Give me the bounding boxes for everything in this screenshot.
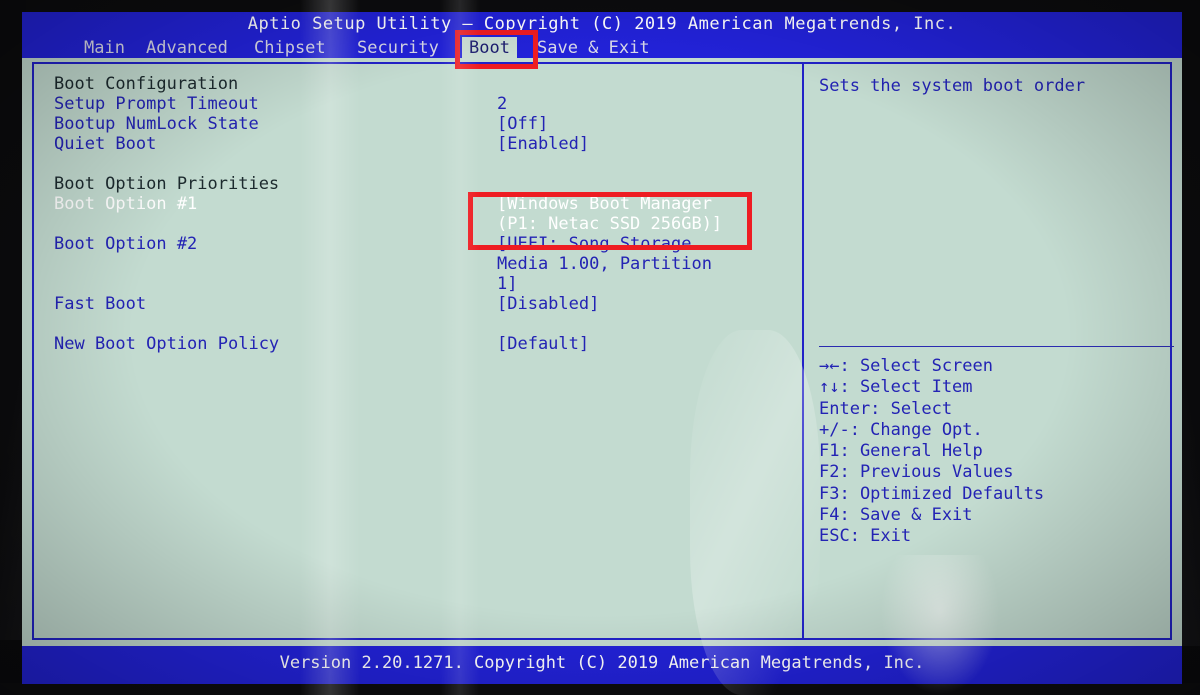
setting-label: Bootup NumLock State [54,114,259,134]
version-bar: Version 2.20.1271. Copyright (C) 2019 Am… [22,646,1182,684]
setting-value-line-2[interactable]: (P1: Netac SSD 256GB)] [497,214,722,234]
section-label: Boot Configuration [54,74,239,94]
key-legend-panel: →←: Select Screen ↑↓: Select Item Enter:… [819,356,1169,548]
setting-value[interactable]: [Default] [497,334,589,354]
key-legend-esc-exit: ESC: Exit [819,526,912,547]
setting-row-bootup-numlock-state[interactable]: Bootup NumLock State [Off] [54,114,794,134]
help-description-panel: Sets the system boot order [819,76,1169,97]
menu-item-advanced[interactable]: Advanced [139,37,235,60]
section-label: Boot Option Priorities [54,174,280,194]
menu-item-save-exit[interactable]: Save & Exit [530,37,657,60]
monitor-bezel-top [0,0,1200,12]
boot-option-2-value-continuation-2[interactable]: 1] [54,274,794,294]
boot-option-2-value-continuation-1[interactable]: Media 1.00, Partition [54,254,794,274]
setting-row-setup-prompt-timeout[interactable]: Setup Prompt Timeout 2 [54,94,794,114]
help-description-text: Sets the system boot order [819,76,1086,96]
setting-row-quiet-boot[interactable]: Quiet Boot [Enabled] [54,134,794,154]
key-legend-general-help: F1: General Help [819,441,983,462]
bios-setup-screen: Aptio Setup Utility – Copyright (C) 2019… [22,12,1182,684]
setting-value-line-1[interactable]: [UEFI: Song Storage [497,234,691,254]
setting-row-new-boot-option-policy[interactable]: New Boot Option Policy [Default] [54,334,794,354]
key-legend-select-item: ↑↓: Select Item [819,377,973,398]
setting-label: Boot Option #1 [54,194,198,214]
setting-row-boot-option-1[interactable]: Boot Option #1 [Windows Boot Manager [54,194,794,214]
section-heading-boot-configuration: Boot Configuration [54,74,794,94]
version-text: Version 2.20.1271. Copyright (C) 2019 Am… [279,653,925,673]
setting-value-line-2[interactable]: Media 1.00, Partition [497,254,712,274]
key-legend-optimized-defaults: F3: Optimized Defaults [819,483,1045,504]
key-legend-select-screen: →←: Select Screen [819,356,993,376]
setting-label: Setup Prompt Timeout [54,94,259,114]
setting-label: Quiet Boot [54,134,157,154]
setting-label: Boot Option #2 [54,234,198,254]
utility-title: Aptio Setup Utility – Copyright (C) 2019… [247,14,957,34]
title-bar: Aptio Setup Utility – Copyright (C) 2019… [22,12,1182,60]
monitor-bezel-bottom [0,683,1200,695]
menu-item-boot[interactable]: Boot [462,37,517,60]
setting-label: Fast Boot [54,294,147,314]
menu-bar[interactable]: Main Advanced Chipset Security Boot Save… [22,37,1182,60]
setting-value[interactable]: [Enabled] [497,134,589,154]
setting-value-line-1[interactable]: [Windows Boot Manager [497,194,712,214]
menu-item-chipset[interactable]: Chipset [247,37,333,60]
settings-list: Boot Configuration Setup Prompt Timeout … [54,74,794,354]
menu-item-security[interactable]: Security [350,37,446,60]
section-heading-boot-option-priorities: Boot Option Priorities [54,174,794,194]
panel-divider-vertical [802,64,804,638]
key-legend-change-opt: +/-: Change Opt. [819,419,983,440]
setting-row-fast-boot[interactable]: Fast Boot [Disabled] [54,294,794,314]
setting-row-boot-option-2[interactable]: Boot Option #2 [UEFI: Song Storage [54,234,794,254]
setting-label: New Boot Option Policy [54,334,280,354]
key-legend-enter-select: Enter: Select [819,398,953,419]
menu-item-main[interactable]: Main [77,37,132,60]
setting-value[interactable]: 2 [497,94,507,114]
panel-divider-horizontal [819,346,1174,347]
content-frame: Boot Configuration Setup Prompt Timeout … [32,62,1174,640]
setting-value[interactable]: [Off] [497,114,548,134]
setting-value-line-3[interactable]: 1] [497,274,517,294]
bios-screen-photo: Aptio Setup Utility – Copyright (C) 2019… [0,0,1200,695]
boot-option-1-value-continuation[interactable]: (P1: Netac SSD 256GB)] [54,214,794,234]
key-legend-save-exit: F4: Save & Exit [819,505,973,526]
key-legend-previous-values: F2: Previous Values [819,462,1014,483]
setting-value[interactable]: [Disabled] [497,294,599,314]
